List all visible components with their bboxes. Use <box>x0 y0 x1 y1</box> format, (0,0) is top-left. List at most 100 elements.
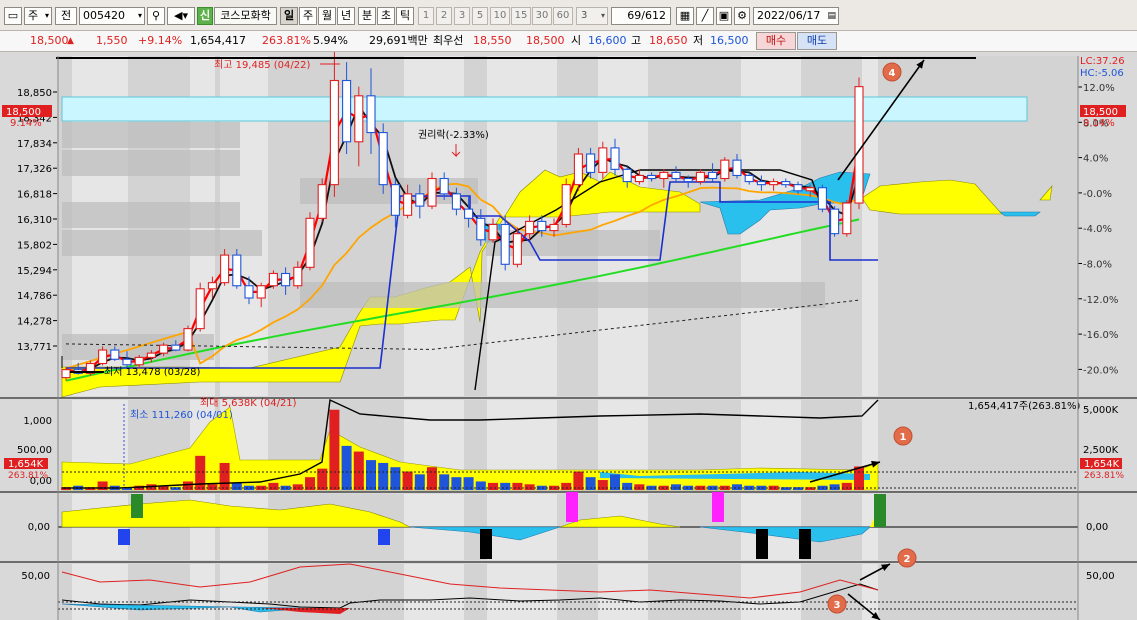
period-tab-minute[interactable]: 분 <box>358 7 376 25</box>
interval-button-15[interactable]: 15 <box>511 7 531 25</box>
candle-body <box>769 181 779 186</box>
open-label: 시 <box>571 34 582 47</box>
save-button[interactable]: ▣ <box>716 7 732 25</box>
volume-bar <box>597 480 608 490</box>
stock-code-input[interactable]: 005420 ▾ <box>79 7 145 25</box>
volume-bar <box>329 409 340 490</box>
sound-button[interactable]: ◀▾ <box>167 7 195 25</box>
period-tab-label: 분 <box>361 9 373 22</box>
candle-body <box>647 174 657 180</box>
volume-bar <box>500 482 511 490</box>
interval-select[interactable]: 3 ▾ <box>576 7 608 25</box>
draw-tool-button[interactable]: ╱ <box>696 7 714 25</box>
volume-bar <box>183 481 193 490</box>
interval-button-3[interactable]: 3 <box>454 7 470 25</box>
rsi-axis-label-right: 50,00 <box>1086 571 1115 582</box>
volume-last-left: 1,654K <box>8 459 44 470</box>
credit-badge: 신 <box>197 7 213 25</box>
interval-label: 60 <box>556 10 570 21</box>
interval-button-10[interactable]: 10 <box>490 7 510 25</box>
volume-bar <box>841 482 852 490</box>
search-button[interactable]: ⚲ <box>147 7 165 25</box>
candle-body <box>610 147 620 170</box>
candle-body <box>464 208 474 219</box>
sell-button[interactable]: 매도 <box>797 32 837 50</box>
candle-body <box>854 86 864 204</box>
candle-body <box>415 193 425 207</box>
compare-button[interactable]: ▦ <box>676 7 694 25</box>
volume-bar <box>366 460 376 490</box>
candle-body <box>329 79 339 186</box>
candle-body <box>122 358 132 366</box>
volume-axis-label: 500,00 <box>17 445 52 456</box>
volume-bar <box>378 462 389 490</box>
period-tab-year[interactable]: 년 <box>337 7 355 25</box>
page-total: /612 <box>641 9 666 22</box>
volume-bar <box>427 467 437 490</box>
scope-select[interactable]: 전 <box>55 7 77 25</box>
candle-body <box>805 187 815 192</box>
pct-axis-label: -8.0% <box>1083 260 1112 271</box>
candle-body <box>293 266 303 287</box>
period-tab-label: 일 <box>283 9 295 22</box>
candle-body <box>98 349 108 365</box>
period-tab-second[interactable]: 초 <box>377 7 395 25</box>
candle-body <box>439 177 449 195</box>
last-pct-left: 9.14% <box>10 118 42 129</box>
volume-axis-label-right: 2,500K <box>1083 445 1119 456</box>
candle-body <box>256 285 266 299</box>
volume-bar <box>244 485 254 490</box>
pct-axis-label: -0.0% <box>1083 189 1112 200</box>
speaker-icon: ◀▾ <box>174 9 188 22</box>
interval-button-1[interactable]: 1 <box>418 7 434 25</box>
volume-last-right-pct: 263.81% <box>1084 471 1124 481</box>
up-arrow-icon: ▲ <box>67 36 74 46</box>
volume-bar <box>292 484 303 490</box>
buy-button[interactable]: 매수 <box>756 32 796 50</box>
candle-body <box>183 328 193 351</box>
window-menu-icon[interactable]: ▭ <box>4 7 22 25</box>
low-label: 저 <box>693 34 704 47</box>
period-tab-week[interactable]: 주 <box>299 7 317 25</box>
osc-signal-bar <box>799 529 811 559</box>
volume-bar <box>97 481 108 490</box>
interval-button-2[interactable]: 2 <box>436 7 452 25</box>
candle-body <box>220 254 230 284</box>
price-band <box>300 282 825 308</box>
volume-bar <box>256 485 267 490</box>
annotation-number: 3 <box>834 600 841 611</box>
market-select[interactable]: 주 ▾ <box>24 7 52 25</box>
osc-signal-bar <box>874 494 886 527</box>
candle-body <box>427 177 437 207</box>
price-band <box>486 230 660 256</box>
period-tab-month[interactable]: 월 <box>318 7 336 25</box>
price-change-pct: +9.14% <box>138 34 183 47</box>
chevron-down-icon: ▾ <box>44 11 49 20</box>
candle-body <box>354 95 364 143</box>
interval-button-30[interactable]: 30 <box>532 7 552 25</box>
volume-bar <box>561 482 572 490</box>
candle-body <box>720 159 730 180</box>
volume-bar <box>622 482 633 490</box>
candle-body <box>683 177 693 183</box>
page-counter[interactable]: 69/612 <box>611 7 671 25</box>
period-tab-label: 틱 <box>399 9 411 22</box>
interval-button-5[interactable]: 5 <box>472 7 488 25</box>
interval-label: 5 <box>476 10 484 21</box>
settings-button[interactable]: ⚙ <box>734 7 750 25</box>
interval-button-60[interactable]: 60 <box>553 7 573 25</box>
date-stripe <box>404 564 464 620</box>
rights-note: 권리락(-2.33%) <box>418 129 489 141</box>
interval-label: 15 <box>514 10 528 21</box>
stock-chart[interactable]: 최대 5,638K (04/21)최소 111,260 (04/01) 1,654… <box>0 52 1137 620</box>
volume-bar <box>573 471 584 490</box>
period-tab-day[interactable]: 일 <box>280 7 298 25</box>
date-input[interactable]: 2022/06/17 ▤ <box>753 7 839 25</box>
candle-body <box>549 223 559 232</box>
candle-body <box>561 184 571 226</box>
candle-body <box>342 79 352 143</box>
volume-last-right: 1,654K <box>1084 459 1120 470</box>
osc-signal-bar <box>712 492 724 522</box>
candle-body <box>476 217 486 241</box>
period-tab-tick[interactable]: 틱 <box>396 7 414 25</box>
